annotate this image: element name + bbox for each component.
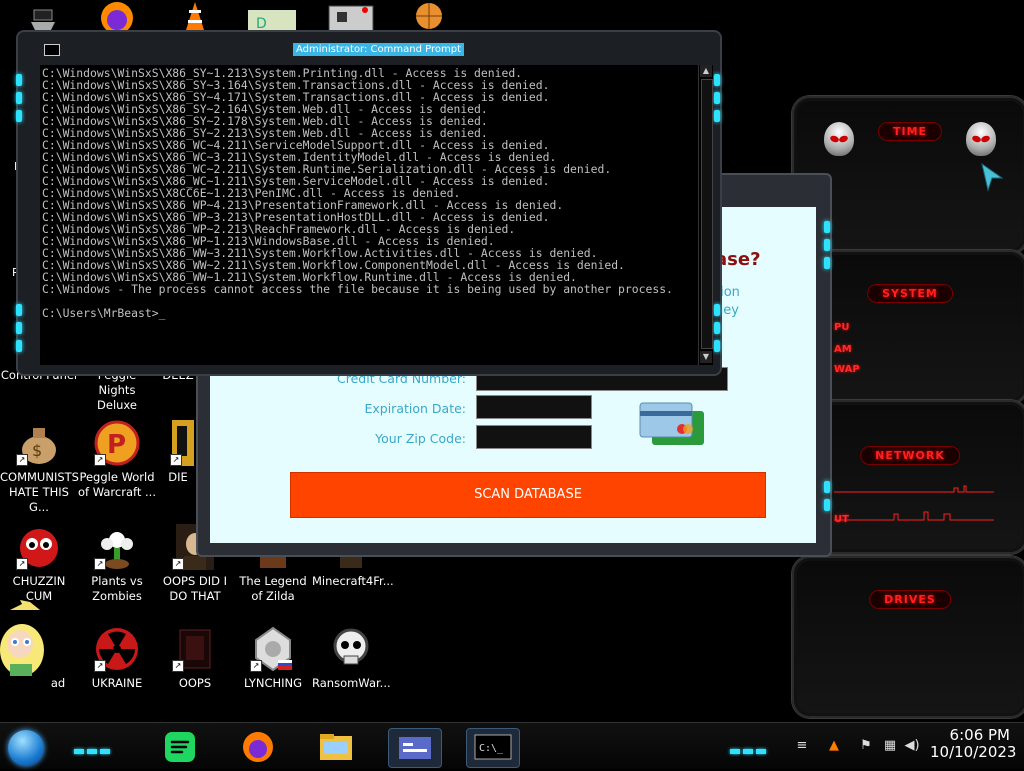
taskbar-cmd[interactable]: C:\_ (466, 728, 520, 768)
desktop-icon-pvz[interactable]: ↗ Plants vs Zombies (78, 524, 156, 604)
ornament-icon: ↗ (250, 626, 296, 672)
cmd-titlebar[interactable]: Administrator: Command Prompt (18, 32, 720, 64)
vlc-icon[interactable] (182, 0, 208, 34)
cmd-right-lights-lower (714, 298, 720, 358)
scroll-thumb[interactable] (701, 79, 713, 349)
spotify-icon (165, 732, 195, 762)
screen-top-icon[interactable] (327, 0, 375, 35)
basketball-top-icon[interactable] (414, 0, 444, 34)
desktop-icon-ukraine[interactable]: ↗ UKRAINE (78, 626, 156, 691)
chuzzle-icon: ↗ (16, 524, 62, 570)
cmd-left-lights-lower (16, 298, 22, 358)
die-icon: ↗ (170, 420, 194, 466)
drives-widget-title: DRIVES (869, 590, 951, 609)
desktop-icon-label: UKRAINE (91, 676, 143, 690)
zip-input[interactable] (476, 425, 592, 449)
cmd-left-lights (16, 68, 22, 128)
desktop-icon-communists[interactable]: $ ↗ COMMUNISTS HATE THIS G... (0, 420, 79, 515)
taskbar-spotify[interactable] (158, 728, 202, 766)
clock-time: 6:06 PM (949, 726, 1010, 744)
pvz-icon: ↗ (94, 524, 140, 570)
desktop-icon-label: The Legend of Zilda (239, 574, 307, 603)
desktop-icon-label: Peggle World of Warcraft ... (78, 470, 156, 499)
console-text: C:\Windows\WinSxS\X86_SY~1.213\System.Pr… (42, 66, 673, 320)
scroll-down-button[interactable]: ▼ (700, 351, 712, 363)
cursor-icon (981, 162, 1004, 192)
network-graph (834, 485, 994, 521)
taskbar-firefox[interactable] (236, 728, 280, 766)
expiration-input[interactable] (476, 395, 592, 419)
money-bag-icon: $ ↗ (16, 420, 62, 466)
cmd-system-icon[interactable] (44, 44, 60, 56)
desktop-icon-ad[interactable]: ad (0, 600, 66, 690)
skull-icon (328, 626, 374, 672)
start-button[interactable] (8, 730, 44, 766)
cmd-right-lights (714, 68, 720, 128)
desktop-icon-oops[interactable]: ↗ OOPS (156, 626, 234, 691)
taskbar-clock[interactable]: 6:06 PM 10/10/2023 (930, 726, 1017, 761)
firefox-icon (243, 732, 273, 762)
desktop-icon-label: Minecraft4Fr... (312, 574, 394, 588)
desktop-icon-ransomware[interactable]: RansomWar... (312, 626, 391, 691)
desktop-icon-label: OOPS (178, 676, 212, 690)
flag-icon[interactable]: ⚑ (858, 738, 874, 754)
alien-head-icon (966, 122, 996, 156)
scroll-up-button[interactable]: ▲ (700, 65, 712, 77)
star-character-icon (0, 600, 54, 680)
dialog-right-lights-lower (824, 475, 830, 517)
svg-text:$: $ (32, 441, 42, 460)
desktop-icon-label: ad (50, 676, 66, 690)
cmd-title: Administrator: Command Prompt (293, 43, 464, 56)
file-explorer-icon (320, 734, 352, 760)
credit-cards-icon (639, 402, 704, 445)
scan-database-button[interactable]: SCAN DATABASE (290, 472, 766, 518)
time-widget-title: TIME (877, 122, 943, 141)
expiration-label: Expiration Date: (364, 401, 466, 416)
desktop-icon-label: COMMUNISTS HATE THIS G... (0, 470, 79, 514)
command-prompt-window[interactable]: Administrator: Command Prompt C:\Windows… (16, 30, 722, 376)
system-label-ram: AM (834, 344, 852, 355)
system-widget-title: SYSTEM (867, 284, 953, 303)
svg-text:P: P (107, 430, 126, 460)
taskbar-lights-left (74, 739, 113, 758)
clock-date: 10/10/2023 (930, 743, 1017, 761)
system-label-cpu: PU (834, 322, 850, 333)
zip-label: Your Zip Code: (375, 431, 466, 446)
taskbar-file-explorer[interactable] (314, 728, 358, 766)
cmd-console-output[interactable]: C:\Windows\WinSxS\X86_SY~1.213\System.Pr… (40, 65, 698, 365)
desktop-icon-label: LYNCHING (243, 676, 303, 690)
drives-widget: DRIVES (792, 556, 1024, 718)
alien-head-icon (824, 122, 854, 156)
system-label-swap: WAP (834, 364, 860, 375)
desktop-icon-label: RansomWar... (312, 676, 391, 690)
grip-icon: ≡ (796, 738, 808, 753)
radiation-icon: ↗ (94, 626, 140, 672)
desktop-icon-label: Plants vs Zombies (91, 574, 143, 603)
peggle-wow-icon: P ↗ (94, 420, 140, 466)
svg-text:C:\_: C:\_ (479, 743, 504, 754)
desktop-icon-peggle-wow[interactable]: P ↗ Peggle World of Warcraft ... (78, 420, 156, 500)
taskbar-lights-right (730, 739, 769, 758)
dialog-right-lights (824, 215, 830, 275)
network-tray-icon[interactable]: ▦ (882, 738, 898, 754)
cmd-scrollbar[interactable]: ▲ ▼ (698, 65, 713, 365)
network-label-out: UT (834, 514, 849, 525)
app-top-icon[interactable]: D (246, 0, 298, 34)
control-panel-icon (399, 737, 431, 759)
firefox-top-icon[interactable] (96, 0, 138, 34)
desktop-icon-lynching[interactable]: ↗ LYNCHING (234, 626, 312, 691)
network-widget-title: NETWORK (860, 446, 960, 465)
flame-tray-icon[interactable]: ▲ (826, 738, 842, 754)
taskbar-control-panel[interactable] (388, 728, 442, 768)
desktop-icon-chuzzin[interactable]: ↗ CHUZZIN CUM (0, 524, 78, 604)
volume-icon[interactable]: ◀) (904, 738, 920, 754)
recycle-hat-icon[interactable] (28, 0, 58, 34)
cmd-icon: C:\_ (474, 734, 512, 760)
dark-app-icon: ↗ (172, 626, 218, 672)
desktop-icon-label: OOPS DID I DO THAT (162, 574, 228, 603)
